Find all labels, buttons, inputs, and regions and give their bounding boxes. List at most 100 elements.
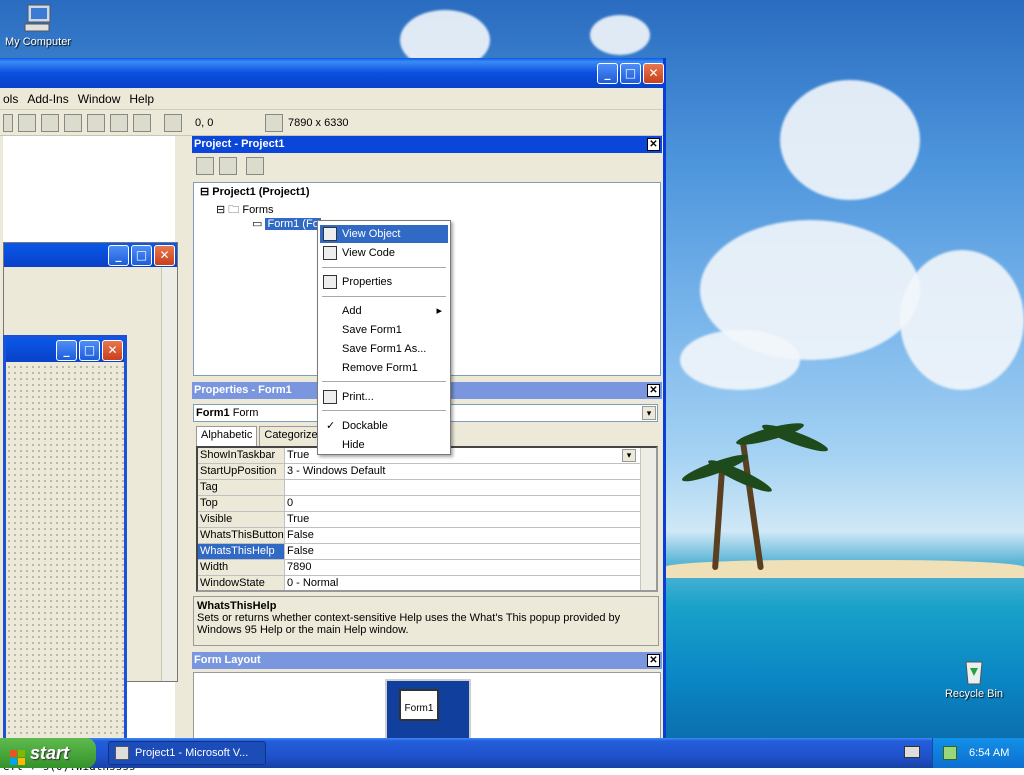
vertical-scrollbar[interactable] (640, 448, 656, 590)
network-icon[interactable] (943, 746, 957, 760)
property-row[interactable]: Width 7890 (198, 560, 656, 576)
cloud (680, 330, 800, 390)
toggle-folders-icon[interactable] (246, 157, 264, 175)
property-value[interactable]: False (285, 544, 656, 559)
toolbar-icon[interactable] (3, 113, 13, 132)
context-menu-label: Remove Form1 (342, 362, 418, 374)
form1-designer: _ □ ✕ (3, 335, 127, 743)
minimize-button[interactable]: _ (597, 63, 618, 84)
form-grid-canvas[interactable] (6, 364, 124, 740)
menu-window[interactable]: Window (78, 92, 121, 106)
property-row[interactable]: WindowState 0 - Normal (198, 576, 656, 590)
close-icon[interactable]: ✕ (647, 384, 660, 397)
view-code-icon (323, 246, 337, 260)
recycle-bin-icon[interactable]: Recycle Bin (936, 654, 1012, 700)
minimize-button[interactable]: _ (56, 340, 77, 361)
taskbar-vb-button[interactable]: Project1 - Microsoft V... (108, 741, 266, 765)
my-computer-icon[interactable]: My Computer (0, 2, 76, 48)
property-value[interactable] (285, 480, 656, 495)
property-value[interactable]: 7890 (285, 560, 656, 575)
context-menu-item[interactable]: Save Form1 (320, 321, 448, 339)
toolbox-icon[interactable] (110, 113, 128, 132)
context-menu-item[interactable]: Hide (320, 436, 448, 454)
context-menu-item[interactable]: Add ▸ (320, 302, 448, 320)
form-layout-body: Form1 (193, 672, 661, 749)
form-layout-title[interactable]: Form Layout ✕ (192, 652, 662, 669)
minimize-button[interactable]: _ (108, 245, 129, 266)
menu-help[interactable]: Help (129, 92, 154, 106)
properties-window-icon[interactable] (41, 113, 59, 132)
start-label: start (30, 743, 70, 763)
close-button[interactable]: ✕ (154, 245, 175, 266)
context-menu-item[interactable]: Print... (320, 388, 448, 406)
property-rows: ShowInTaskbar True StartUpPosition 3 - Wind… (198, 448, 656, 590)
view-code-icon[interactable] (219, 157, 237, 175)
description-title: WhatsThisHelp (197, 600, 277, 612)
cloud (900, 250, 1024, 390)
tree-form1-item[interactable]: ▭ Form1 (Fo (252, 217, 321, 230)
context-menu-item[interactable]: ✓ Dockable (320, 417, 448, 435)
project-panel-title[interactable]: Project - Project1 ✕ (192, 136, 662, 153)
description-text: Sets or returns whether context-sensitiv… (197, 612, 621, 636)
vertical-scrollbar[interactable] (161, 267, 177, 681)
maximize-button[interactable]: □ (620, 63, 641, 84)
close-button[interactable]: ✕ (102, 340, 123, 361)
menu-add-ins[interactable]: Add-Ins (27, 92, 68, 106)
keyboard-icon[interactable] (904, 746, 920, 758)
project-explorer-icon[interactable] (18, 113, 36, 132)
property-row[interactable]: WhatsThisHelp False ▾ (198, 449, 656, 560)
vb-app-icon (115, 746, 129, 760)
property-name: StartUpPosition (198, 464, 285, 479)
property-name: WhatsThisButton (198, 528, 285, 543)
my-computer-label: My Computer (4, 36, 72, 48)
property-value[interactable]: False (285, 528, 656, 543)
close-icon[interactable]: ✕ (647, 654, 660, 667)
form1-preview[interactable]: Form1 (399, 689, 439, 721)
chevron-down-icon[interactable]: ▾ (622, 449, 636, 462)
maximize-button[interactable]: □ (79, 340, 100, 361)
property-row[interactable]: Tag (198, 480, 656, 496)
tab-alphabetic[interactable]: Alphabetic (196, 426, 258, 446)
maximize-button[interactable]: □ (131, 245, 152, 266)
recycle-bin-glyph-icon (958, 654, 990, 686)
context-menu-item[interactable]: Remove Form1 (320, 359, 448, 377)
property-row[interactable]: WhatsThisButton False (198, 528, 656, 544)
property-value[interactable]: 3 - Windows Default (285, 464, 656, 479)
property-name: Visible (198, 512, 285, 527)
position-icon (164, 113, 182, 132)
form-layout-icon[interactable] (64, 113, 82, 132)
cloud (590, 15, 650, 55)
close-icon[interactable]: ✕ (647, 138, 660, 151)
close-button[interactable]: ✕ (643, 63, 664, 84)
context-menu-item[interactable]: View Object (320, 225, 448, 243)
ide-title-bar[interactable]: _ □ ✕ (0, 58, 664, 88)
context-menu-item[interactable]: View Code (320, 244, 448, 262)
tree-project-root[interactable]: ⊟ Project1 (Project1) (200, 185, 309, 198)
start-button[interactable]: start (0, 738, 96, 768)
clock[interactable]: 6:54 AM (969, 747, 1009, 759)
menu-tools[interactable]: ols (3, 92, 18, 106)
context-menu-label: Properties (342, 276, 393, 288)
cloud (780, 80, 920, 200)
property-row[interactable]: StartUpPosition 3 - Windows Default (198, 464, 656, 480)
system-tray: 6:54 AM (932, 738, 1024, 768)
property-name: ShowInTaskbar (198, 448, 285, 463)
context-menu-item[interactable]: Save Form1 As... (320, 340, 448, 358)
property-row[interactable]: Visible True (198, 512, 656, 528)
code-designer-area[interactable]: _ □ ✕ _ □ ✕ eft + s(0).Widthssss (3, 136, 178, 773)
printer-icon (323, 390, 337, 404)
property-value[interactable]: True (285, 512, 656, 527)
property-value[interactable]: 0 (285, 496, 656, 511)
form1-title-bar[interactable]: _ □ ✕ (6, 338, 124, 362)
view-object-icon[interactable] (196, 157, 214, 175)
property-value[interactable]: 0 - Normal (285, 576, 656, 590)
context-menu-item[interactable]: Properties (320, 273, 448, 291)
folder-icon: 🗀 (228, 204, 240, 216)
menu-bar: ols Add-Ins Window Help (0, 88, 663, 110)
property-row[interactable]: Top 0 (198, 496, 656, 512)
tree-project-root-label: Project1 (Project1) (212, 186, 310, 198)
chevron-down-icon[interactable]: ▾ (642, 406, 656, 420)
object-browser-icon[interactable] (87, 113, 105, 132)
data-view-icon[interactable] (133, 113, 151, 132)
form-designer-title-bar[interactable]: _ □ ✕ (4, 243, 177, 267)
